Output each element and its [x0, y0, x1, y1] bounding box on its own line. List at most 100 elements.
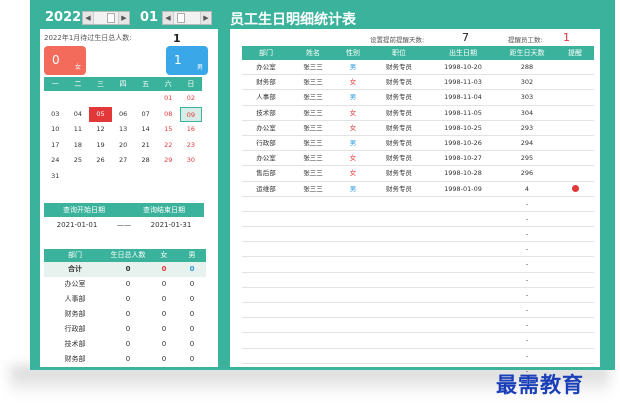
month-scrollbar[interactable]: ◀ ▶	[162, 11, 212, 25]
empty-cell	[370, 303, 428, 317]
empty-cell	[242, 303, 290, 317]
calendar-day[interactable]: 26	[89, 153, 112, 169]
empty-cell	[290, 273, 336, 287]
year-scrollbar[interactable]: ◀ ▶	[82, 11, 130, 25]
employee-days-to-birthday: 295	[520, 154, 534, 163]
female-count: 0	[52, 53, 60, 67]
female-label: 女	[74, 64, 81, 71]
weekday-label: 日	[179, 77, 203, 91]
year-prev-arrow-icon[interactable]: ◀	[83, 12, 94, 24]
employee-table: 部门 姓名 性别 职位 出生日期 距生日天数 提醒 办公室 张三三男财务专员 199…	[242, 46, 594, 379]
calendar-day[interactable]: 31	[44, 169, 67, 185]
empty-cell	[556, 242, 594, 256]
calendar-day[interactable]: 09	[179, 106, 203, 122]
calendar-day[interactable]: 04	[67, 107, 90, 123]
table-row: -	[242, 273, 594, 288]
calendar-day[interactable]: 03	[44, 107, 67, 123]
month-next-arrow-icon[interactable]: ▶	[200, 12, 211, 24]
employee-position: 财务专员	[386, 78, 412, 87]
column-header: 性别	[346, 49, 360, 57]
calendar-day[interactable]: 11	[67, 122, 90, 138]
employee-days-to-birthday: -	[525, 230, 529, 239]
dept-female: 0	[161, 325, 167, 333]
month-prev-arrow-icon[interactable]: ◀	[163, 12, 174, 24]
calendar-day[interactable]: 25	[67, 153, 90, 169]
calendar-day[interactable]: 08	[157, 107, 180, 123]
calendar-day[interactable]: 06	[112, 107, 135, 123]
dept-name: 人事部	[64, 295, 86, 303]
employee-birthdate: 1998-10-25	[444, 123, 482, 132]
calendar-week-row: 03 04 05 06 07 08 09	[44, 106, 203, 123]
calendar-day[interactable]: 17	[44, 138, 67, 154]
calendar-day[interactable]: 30	[180, 153, 203, 169]
employee-gender: 女	[349, 78, 357, 87]
employee-days-to-birthday: 304	[520, 108, 534, 117]
query-end-date[interactable]: 2021-01-31	[138, 219, 204, 232]
calendar-day[interactable]: 24	[44, 153, 67, 169]
calendar-day[interactable]: 10	[44, 122, 67, 138]
table-row: -	[242, 288, 594, 303]
watermark-logo: 最需教育	[496, 372, 584, 397]
empty-cell	[242, 242, 290, 256]
query-start-date[interactable]: 2021-01-01	[44, 219, 110, 232]
query-start-label: 查询开始日期	[63, 206, 105, 214]
empty-cell	[370, 257, 428, 271]
empty-cell	[242, 212, 290, 226]
calendar-day[interactable]: 07	[134, 107, 157, 123]
calendar-grid: 01 02 03 04 05 06 07 08 09 10 11 12 13 14 15 16 17 18 19 20…	[44, 91, 203, 185]
empty-cell	[370, 197, 428, 211]
dept-count: 0	[125, 340, 131, 348]
calendar-day[interactable]: 22	[157, 138, 180, 154]
total-count: 0	[125, 265, 131, 273]
calendar-day[interactable]: 18	[67, 138, 90, 154]
calendar-day[interactable]: 15	[157, 122, 180, 138]
table-row: 办公室 0 0 0	[44, 277, 206, 292]
calendar-day[interactable]: 19	[89, 138, 112, 154]
male-count-card: 1 男	[166, 46, 208, 75]
empty-cell	[242, 364, 290, 378]
employee-dept: 人事部	[256, 93, 276, 102]
calendar-day[interactable]: 13	[112, 122, 135, 138]
column-header: 女	[160, 251, 168, 259]
calendar-day[interactable]: 01	[157, 91, 180, 107]
calendar-day[interactable]: 12	[89, 122, 112, 138]
weekday-label: 三	[89, 77, 112, 91]
remind-days-value[interactable]: 7	[462, 31, 469, 44]
employee-birthdate: 1998-10-26	[444, 138, 482, 147]
month-scroll-thumb[interactable]	[177, 13, 185, 23]
employee-days-to-birthday: 303	[520, 93, 534, 102]
query-date-separator: ——	[117, 221, 131, 229]
employee-remind	[556, 106, 594, 120]
calendar-day[interactable]: 16	[180, 122, 203, 138]
dept-name: 技术部	[64, 340, 86, 348]
empty-cell	[370, 333, 428, 347]
table-row: 售后部 张三三 女 财务专员 1998-10-28 296	[242, 166, 594, 182]
dept-stats-header: 部门 生日总人数 女 男	[44, 249, 206, 262]
employee-remind	[556, 60, 594, 74]
empty-cell	[556, 288, 594, 302]
calendar-day[interactable]: 02	[180, 91, 203, 107]
empty-cell	[336, 333, 370, 347]
calendar: 一 二 三 四 五 六 日 01 02 03 04 05 06 07 08 09 10 11 12 13…	[44, 77, 203, 185]
employee-position: 财务专员	[386, 108, 412, 117]
calendar-week-row: 10 11 12 13 14 15 16	[44, 122, 202, 138]
calendar-day[interactable]: 05	[89, 106, 112, 122]
table-row: 技术部 张三三 女 财务专员 1998-11-05 304	[242, 106, 594, 121]
calendar-day[interactable]: 14	[134, 122, 157, 138]
calendar-day[interactable]: 29	[157, 153, 180, 169]
employee-days-to-birthday: -	[525, 290, 529, 299]
calendar-day[interactable]: 27	[112, 153, 135, 169]
employee-dept: 办公室	[256, 63, 276, 71]
male-count: 1	[174, 53, 182, 67]
calendar-day[interactable]: 20	[112, 138, 135, 154]
employee-dept: 售后部	[256, 169, 276, 178]
calendar-day[interactable]: 28	[134, 153, 157, 169]
employee-gender: 女	[349, 108, 357, 117]
dept-name: 办公室	[64, 280, 86, 288]
year-next-arrow-icon[interactable]: ▶	[118, 12, 129, 24]
calendar-empty-cell	[67, 169, 90, 185]
employee-remind	[556, 182, 594, 196]
year-scroll-thumb[interactable]	[107, 13, 115, 23]
calendar-day[interactable]: 23	[180, 138, 203, 154]
calendar-day[interactable]: 21	[134, 138, 157, 154]
